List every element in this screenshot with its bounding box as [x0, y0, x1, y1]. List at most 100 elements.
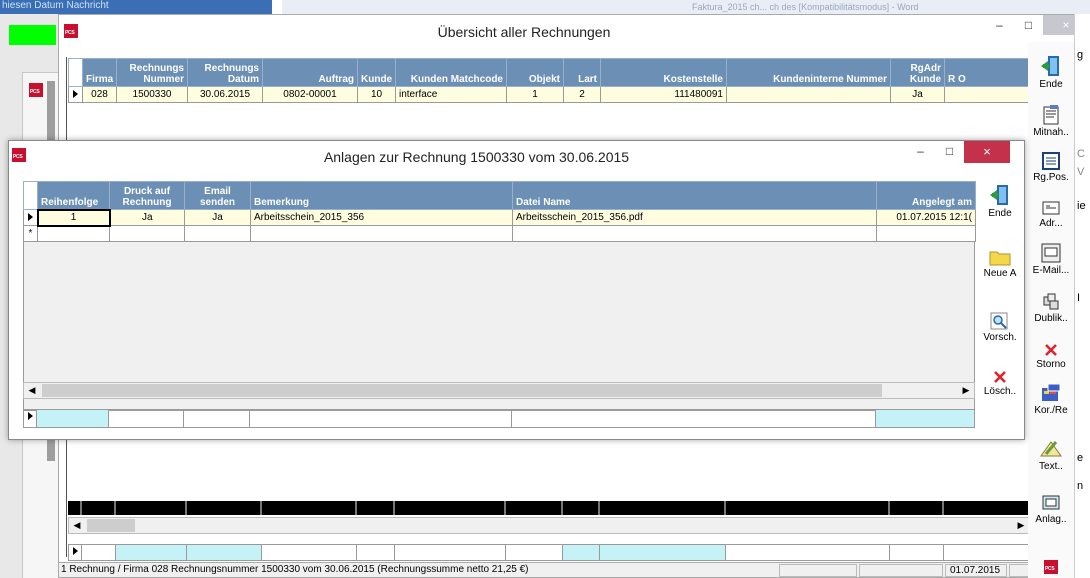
cell-angelegt[interactable]: 01.07.2015 12:1( — [876, 209, 976, 226]
toolbar-label: Neue A — [983, 268, 1017, 279]
cell-matchcode[interactable]: interface — [395, 86, 507, 103]
col-kundeninterne-nummer[interactable]: Kundeninterne Nummer — [726, 58, 891, 87]
toolbar-anlagen-button[interactable]: Anlag.. — [1028, 493, 1074, 525]
new-cell[interactable] — [512, 225, 877, 242]
cell-reihenfolge[interactable]: 1 — [36, 208, 111, 227]
dialog-vorschau-button[interactable]: Vorsch. — [975, 311, 1025, 343]
col-kostenstelle[interactable]: Kostenstelle — [600, 58, 727, 87]
new-row[interactable]: * — [23, 225, 976, 242]
address-card-icon — [1042, 201, 1060, 215]
cell-datum[interactable]: 30.06.2015 — [187, 86, 263, 103]
col-kunde[interactable]: Kunde — [357, 58, 396, 87]
cell-bemerkung[interactable]: Arbeitsschein_2015_356 — [250, 209, 513, 226]
cell-nummer[interactable]: 1500330 — [116, 86, 188, 103]
main-toolbar: Ende Mitnah.. Rg.Pos. Adr... E-Mail... D… — [1028, 42, 1074, 578]
dialog-horizontal-scrollbar[interactable]: ◀ ▶ — [23, 382, 975, 399]
status-date: 01.07.2015 — [945, 564, 1007, 577]
col-firma[interactable]: Firma — [82, 58, 117, 87]
dialog-neue-anlage-button[interactable]: Neue A — [975, 247, 1025, 279]
scroll-left-arrow-icon[interactable]: ◀ — [69, 518, 85, 533]
scroll-thumb[interactable] — [87, 519, 135, 532]
col-auftrag[interactable]: Auftrag — [262, 58, 358, 87]
status-segment — [859, 564, 943, 577]
row-selector-icon[interactable] — [23, 209, 38, 226]
table-row[interactable]: 1 Ja Ja Arbeitsschein_2015_356 Arbeitssc… — [23, 208, 976, 227]
new-cell[interactable] — [876, 225, 976, 242]
scroll-left-arrow-icon[interactable]: ◀ — [24, 383, 40, 398]
cell-druck[interactable]: Ja — [109, 209, 185, 226]
col-rechnungs-datum[interactable]: Rechnungs Datum — [187, 58, 263, 87]
cell-lart[interactable]: 2 — [563, 86, 601, 103]
dialog-close-button[interactable]: × — [964, 141, 1010, 163]
dialog-ende-button[interactable]: Ende — [975, 183, 1025, 219]
toolbar-label: E-Mail... — [1032, 265, 1070, 276]
minimize-button[interactable]: – — [985, 15, 1014, 35]
toolbar-text-button[interactable]: Text.. — [1028, 436, 1074, 472]
background-word-title: Faktura_2015 ch... ch des [Kompatibilitä… — [692, 2, 919, 12]
cell-auftrag[interactable]: 0802-00001 — [262, 86, 358, 103]
attachments-table: Reihenfolge Druck auf Rechnung Email sen… — [23, 181, 976, 242]
cell-kostenstelle[interactable]: 111480091 — [600, 86, 727, 103]
scroll-right-arrow-icon[interactable]: ▶ — [958, 383, 974, 398]
pcs-logo-icon — [1044, 560, 1058, 574]
cell-firma[interactable]: 028 — [82, 86, 117, 103]
list-icon — [1042, 152, 1060, 170]
toolbar-ende-button[interactable]: Ende — [1028, 54, 1074, 90]
col-objekt[interactable]: Objekt — [506, 58, 564, 87]
dialog-loeschen-button[interactable]: Lösch.. — [975, 369, 1025, 397]
pcs-logo-bottom — [1028, 560, 1074, 577]
col-kunden-matchcode[interactable]: Kunden Matchcode — [395, 58, 507, 87]
background-fragment: n — [1077, 480, 1084, 492]
toolbar-email-button[interactable]: E-Mail... — [1028, 242, 1074, 276]
col-lart[interactable]: Lart — [563, 58, 601, 87]
cell-objekt[interactable]: 1 — [506, 86, 564, 103]
totals-row — [68, 544, 1043, 561]
summary-header-row — [68, 501, 1083, 515]
invoice-table: Firma Rechnungs Nummer Rechnungs Datum A… — [68, 58, 1089, 103]
toolbar-storno-button[interactable]: Storno — [1028, 342, 1074, 370]
table-row[interactable]: 028 1500330 30.06.2015 0802-00001 10 int… — [68, 86, 1089, 103]
col-rechnungs-nummer[interactable]: Rechnungs Nummer — [116, 58, 188, 87]
scroll-thumb[interactable] — [42, 384, 882, 397]
status-segment — [779, 564, 857, 577]
correction-icon — [1042, 383, 1061, 401]
dialog-totals-row — [23, 409, 975, 428]
maximize-button[interactable]: □ — [1014, 15, 1043, 35]
cell-rgadr[interactable]: Ja — [890, 86, 945, 103]
col-datei-name[interactable]: Datei Name — [512, 181, 877, 210]
new-cell[interactable] — [184, 225, 251, 242]
cell-datei[interactable]: Arbeitsschein_2015_356.pdf — [512, 209, 877, 226]
col-email-senden[interactable]: Email senden — [184, 181, 251, 210]
main-horizontal-scrollbar[interactable]: ◀ ▶ — [68, 517, 1030, 534]
background-spacer — [272, 0, 282, 14]
cell-email[interactable]: Ja — [184, 209, 251, 226]
toolbar-label: Vorsch. — [983, 332, 1017, 343]
toolbar-label: Anlag.. — [1035, 514, 1067, 525]
toolbar-mitnahme-button[interactable]: Mitnah.. — [1028, 104, 1074, 138]
toolbar-rgpos-button[interactable]: Rg.Pos. — [1028, 151, 1074, 183]
toolbar-dublikat-button[interactable]: Dublik.. — [1028, 292, 1074, 324]
cell-kundeninterne[interactable] — [726, 86, 891, 103]
new-cell[interactable] — [250, 225, 513, 242]
dialog-minimize-button[interactable]: – — [906, 141, 935, 161]
magnifier-icon — [990, 312, 1008, 330]
col-rgadr-kunde[interactable]: RgAdr Kunde — [890, 58, 945, 87]
row-indicator-header — [23, 181, 38, 210]
main-titlebar: Übersicht aller Rechnungen – □ × — [59, 15, 1089, 49]
dialog-maximize-button[interactable]: □ — [935, 141, 964, 161]
new-cell[interactable] — [109, 225, 185, 242]
col-reihenfolge[interactable]: Reihenfolge — [37, 181, 110, 210]
toolbar-korrektur-button[interactable]: Kor./Re — [1028, 382, 1074, 416]
col-druck-auf-rechnung[interactable]: Druck auf Rechnung — [109, 181, 185, 210]
toolbar-label: Lösch.. — [983, 386, 1017, 397]
row-indicator-header — [68, 58, 83, 87]
duplicate-cubes-icon — [1043, 293, 1059, 310]
col-bemerkung[interactable]: Bemerkung — [250, 181, 513, 210]
scroll-right-arrow-icon[interactable]: ▶ — [1013, 518, 1029, 533]
new-cell[interactable] — [37, 225, 110, 242]
toolbar-adresse-button[interactable]: Adr... — [1028, 199, 1074, 229]
cell-kunde[interactable]: 10 — [357, 86, 396, 103]
row-selector-icon[interactable] — [68, 86, 83, 103]
status-text: 1 Rechnung / Firma 028 Rechnungsnummer 1… — [61, 564, 529, 575]
col-angelegt-am[interactable]: Angelegt am — [876, 181, 976, 210]
